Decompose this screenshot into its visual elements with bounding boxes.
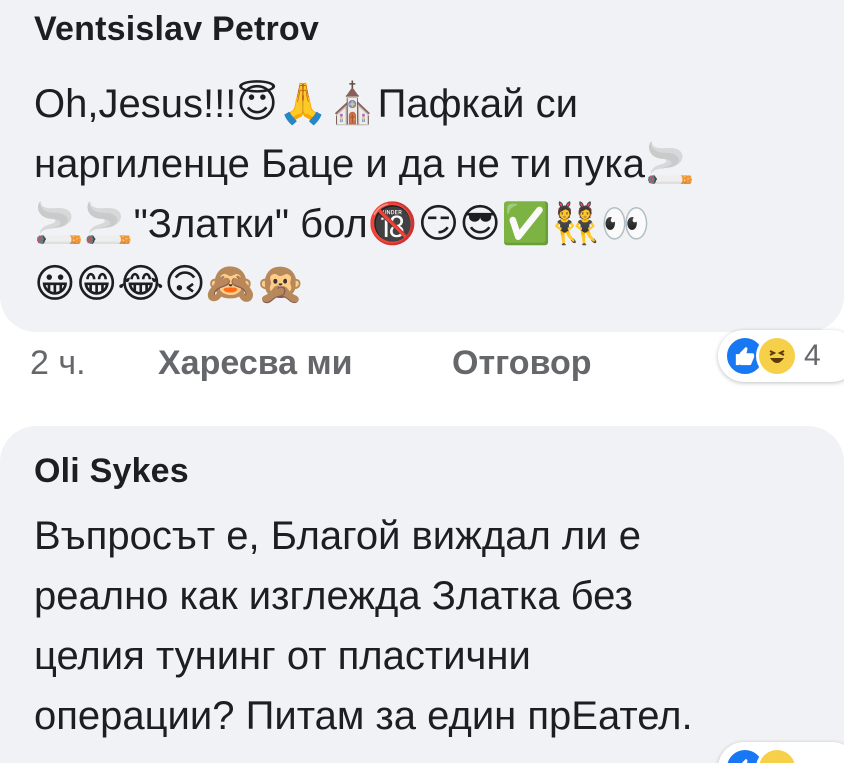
reaction-count: 4 <box>804 339 821 372</box>
comment-line: Въпросът е, Благой виждал ли е <box>34 514 641 558</box>
comment-author[interactable]: Oli Sykes <box>34 452 189 491</box>
comment-line: реално как изглежда Златка без <box>34 574 633 618</box>
haha-icon <box>756 335 798 377</box>
comment-author[interactable]: Ventsislav Petrov <box>34 10 319 49</box>
comment-timestamp[interactable]: 2 ч. <box>30 344 86 383</box>
comment-text: Въпросът е, Благой виждал ли е реално ка… <box>34 506 693 746</box>
reactions-summary[interactable] <box>718 742 844 763</box>
comment-text: Oh,Jesus!!!😇🙏⛪Пафкай си наргиленце Баце … <box>34 74 695 314</box>
comment-line: наргиленце Баце и да не ти пука🚬 <box>34 142 695 186</box>
comment-line: Oh,Jesus!!!😇🙏⛪Пафкай си <box>34 82 578 126</box>
like-button[interactable]: Харесва ми <box>158 344 353 383</box>
reply-button[interactable]: Отговор <box>452 344 592 383</box>
comment-line: операции? Питам за един прЕател. <box>34 694 693 738</box>
reactions-summary[interactable]: 4 <box>718 330 844 382</box>
haha-icon <box>756 747 798 763</box>
comment-line: 😀😁😂🙃🙈🙊 <box>34 262 306 306</box>
comments-page: Ventsislav Petrov Oh,Jesus!!!😇🙏⛪Пафкай с… <box>0 0 844 763</box>
comment-line: 🚬🚬"Златки" бол🔞😏😎✅👯👀 <box>34 202 651 246</box>
comment-line: целия тунинг от пластични <box>34 634 531 678</box>
